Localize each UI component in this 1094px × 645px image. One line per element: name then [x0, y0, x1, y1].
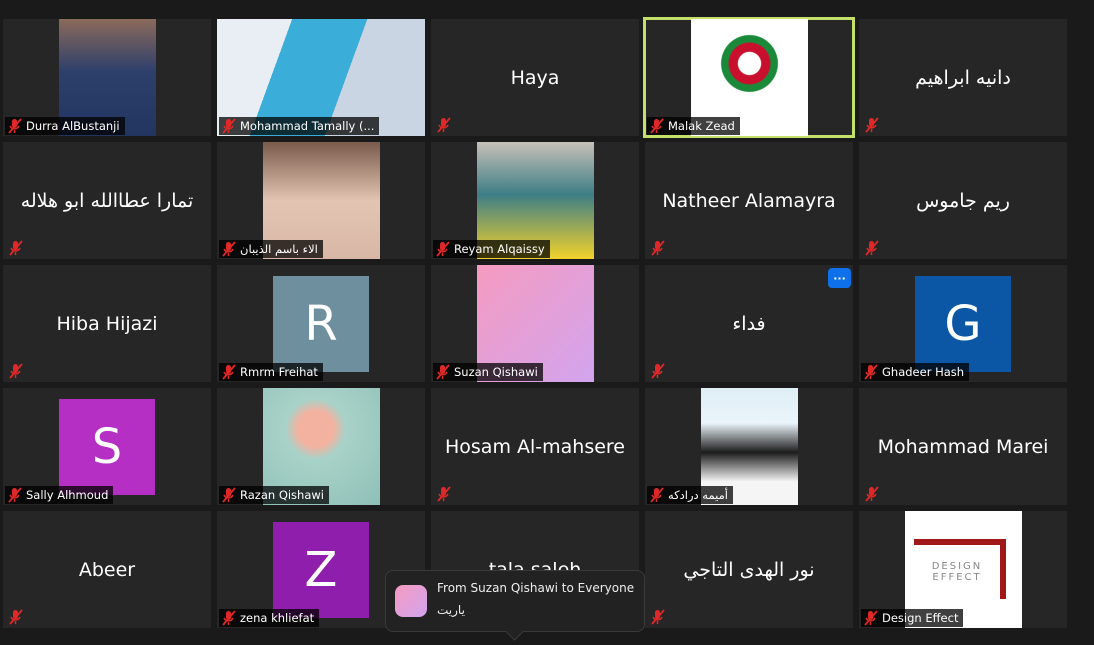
participant-name: Hiba Hijazi — [56, 312, 158, 335]
microphone-muted-icon — [221, 241, 237, 257]
participant-tile[interactable]: R Rmrm Freihat — [217, 265, 425, 382]
microphone-muted-icon — [650, 363, 666, 379]
participant-name: Rmrm Freihat — [240, 365, 318, 379]
participant-tile[interactable]: Mohammad Marei — [859, 388, 1067, 505]
avatar: S — [59, 399, 155, 495]
microphone-muted-icon — [436, 117, 452, 133]
participant-tile[interactable]: Durra AlBustanji — [3, 19, 211, 136]
participant-name: Ghadeer Hash — [882, 365, 965, 379]
participant-name-tag: Durra AlBustanji — [5, 117, 125, 135]
microphone-muted-icon — [221, 487, 237, 503]
participant-name-tag: Malak Zead — [647, 117, 740, 135]
participant-name: Reyam Alqaissy — [454, 242, 545, 256]
participant-tile[interactable]: Hiba Hijazi — [3, 265, 211, 382]
participant-tile[interactable]: نور الهدى التاجي — [645, 511, 853, 628]
participant-name-tag: أميمه درادكه — [647, 486, 733, 504]
participant-tile[interactable]: Hosam Al-mahsere — [431, 388, 639, 505]
participant-name: فداء — [732, 312, 766, 335]
chat-message: ياريت — [437, 603, 465, 617]
microphone-muted-icon — [864, 240, 880, 256]
participant-tile[interactable]: DESIGN EFFECT Design Effect — [859, 511, 1067, 628]
microphone-muted-icon — [864, 486, 880, 502]
participant-tile[interactable]: ريم جاموس — [859, 142, 1067, 259]
participant-tile[interactable]: Natheer Alamayra — [645, 142, 853, 259]
participant-name-tag: Mohammad Tamally (... — [219, 117, 380, 135]
participant-name: Sally Alhmoud — [26, 488, 109, 502]
participant-tile[interactable]: الاء باسم الذيبان — [217, 142, 425, 259]
participant-name: Malak Zead — [668, 119, 735, 133]
sender-avatar — [395, 585, 427, 617]
avatar: R — [273, 276, 369, 372]
toast-pointer — [505, 622, 524, 641]
microphone-muted-icon — [863, 364, 879, 380]
microphone-muted-icon — [7, 487, 23, 503]
participant-tile[interactable]: دانيه ابراهيم — [859, 19, 1067, 136]
participant-name: Design Effect — [882, 611, 959, 625]
participant-name-tag: Sally Alhmoud — [5, 486, 114, 504]
participant-name-tag: zena khliefat — [219, 609, 320, 627]
participant-name: Razan Qishawi — [240, 488, 324, 502]
participant-name-tag: الاء باسم الذيبان — [219, 240, 323, 258]
participant-tile[interactable]: G Ghadeer Hash — [859, 265, 1067, 382]
participant-name: Hosam Al-mahsere — [445, 435, 625, 458]
microphone-muted-icon — [864, 117, 880, 133]
participant-name-tag: Razan Qishawi — [219, 486, 329, 504]
participant-name: دانيه ابراهيم — [915, 66, 1011, 89]
participant-name: تمارا عطاالله ابو هلاله — [20, 189, 194, 212]
participant-tile[interactable]: Malak Zead — [643, 17, 855, 138]
microphone-muted-icon — [221, 610, 237, 626]
participant-name-tag: Suzan Qishawi — [433, 363, 543, 381]
microphone-muted-icon — [221, 364, 237, 380]
microphone-muted-icon — [221, 118, 237, 134]
avatar: G — [915, 276, 1011, 372]
microphone-muted-icon — [649, 487, 665, 503]
microphone-muted-icon — [649, 118, 665, 134]
participant-name-tag: Reyam Alqaissy — [433, 240, 550, 258]
participant-name-tag: Rmrm Freihat — [219, 363, 323, 381]
microphone-muted-icon — [436, 486, 452, 502]
participant-tile[interactable]: Suzan Qishawi — [431, 265, 639, 382]
participant-name: ريم جاموس — [916, 189, 1010, 212]
participant-tile[interactable]: Haya — [431, 19, 639, 136]
microphone-muted-icon — [435, 241, 451, 257]
design-effect-logo: DESIGN EFFECT — [914, 539, 1006, 599]
chat-sender: From Suzan Qishawi to Everyone — [437, 581, 635, 595]
participant-name: Haya — [510, 66, 560, 89]
participant-tile[interactable]: فداء ··· — [645, 265, 853, 382]
chat-notification[interactable]: From Suzan Qishawi to Everyone ياريت — [385, 570, 645, 641]
participant-tile[interactable]: Mohammad Tamally (... — [217, 19, 425, 136]
participant-name: Mohammad Tamally (... — [240, 119, 375, 133]
participant-name: Durra AlBustanji — [26, 119, 120, 133]
participant-name: الاء باسم الذيبان — [240, 242, 318, 256]
avatar: Z — [273, 522, 369, 618]
microphone-muted-icon — [435, 364, 451, 380]
participant-name: Abeer — [78, 558, 136, 581]
participant-tile[interactable]: S Sally Alhmoud — [3, 388, 211, 505]
participant-tile[interactable]: تمارا عطاالله ابو هلاله — [3, 142, 211, 259]
participant-name: zena khliefat — [240, 611, 315, 625]
participant-name-tag: Design Effect — [861, 609, 964, 627]
participant-name: نور الهدى التاجي — [683, 558, 815, 581]
participant-name-tag: Ghadeer Hash — [861, 363, 970, 381]
microphone-muted-icon — [863, 610, 879, 626]
participant-tile[interactable]: أميمه درادكه — [645, 388, 853, 505]
microphone-muted-icon — [8, 363, 24, 379]
participant-name: Natheer Alamayra — [662, 189, 836, 212]
microphone-muted-icon — [8, 240, 24, 256]
microphone-muted-icon — [7, 118, 23, 134]
microphone-muted-icon — [8, 609, 24, 625]
participant-name: أميمه درادكه — [668, 488, 728, 502]
participant-tile[interactable]: Razan Qishawi — [217, 388, 425, 505]
participant-tile[interactable]: Reyam Alqaissy — [431, 142, 639, 259]
microphone-muted-icon — [650, 240, 666, 256]
participant-tile[interactable]: Abeer — [3, 511, 211, 628]
participant-name: Mohammad Marei — [877, 435, 1049, 458]
microphone-muted-icon — [650, 609, 666, 625]
more-options-button[interactable]: ··· — [828, 268, 851, 288]
participant-name: Suzan Qishawi — [454, 365, 538, 379]
